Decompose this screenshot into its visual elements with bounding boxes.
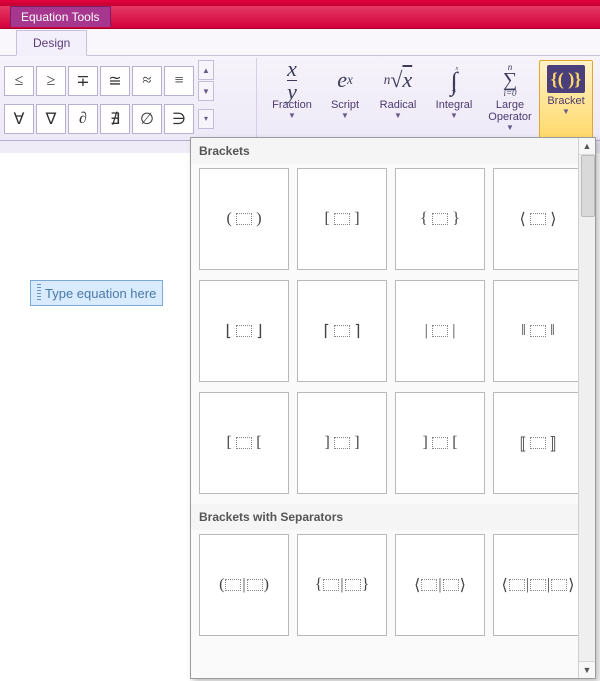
- bracket-dblvbar[interactable]: ‖ ‖: [493, 280, 579, 382]
- chevron-down-icon: ▼: [450, 111, 458, 120]
- bracket-paren[interactable]: ( ): [199, 168, 289, 270]
- bracket-label: Bracket: [547, 93, 584, 107]
- contextual-tab-strip: Equation Tools: [0, 6, 600, 29]
- symbol-cong[interactable]: ≅: [100, 66, 130, 96]
- symbol-approx[interactable]: ≈: [132, 66, 162, 96]
- script-icon: ex: [337, 63, 353, 97]
- symbol-equiv[interactable]: ≡: [164, 66, 194, 96]
- equation-placeholder-text: Type equation here: [45, 286, 156, 301]
- tab-design[interactable]: Design: [16, 30, 87, 56]
- ribbon-body: ≤ ≥ ∓ ≅ ≈ ≡ ▲ ▼ ∀ ∇ ∂ ∄ ∅ ∋ ▾ xy: [0, 56, 600, 141]
- large-operator-icon: n ∑ i=0: [503, 63, 517, 97]
- symbol-emptyset[interactable]: ∅: [132, 104, 162, 134]
- symbol-nabla[interactable]: ∇: [36, 104, 66, 134]
- large-operator-button[interactable]: n ∑ i=0 Large Operator ▼: [483, 60, 537, 140]
- equation-placeholder-box[interactable]: Type equation here: [30, 280, 163, 306]
- bracket-ceil[interactable]: ⌈ ⌉: [297, 280, 387, 382]
- gallery-grid-separators: (|) {|} ⟨|⟩ ⟨||⟩: [191, 530, 579, 646]
- chevron-down-icon: ▼: [506, 123, 514, 132]
- script-label: Script: [331, 97, 359, 111]
- integral-label: Integral: [436, 97, 473, 111]
- symbol-leq[interactable]: ≤: [4, 66, 34, 96]
- integral-button[interactable]: ∫x-x Integral ▼: [427, 60, 481, 140]
- bracket-gallery-dropdown: Brackets ( ) [ ] { } ⟨ ⟩ ⌊ ⌋ ⌈ ⌉ | | ‖ ‖…: [190, 137, 596, 679]
- symbols-scroll-down[interactable]: ▼: [198, 81, 214, 101]
- scroll-up-button[interactable]: ▲: [579, 138, 595, 155]
- symbols-scroll-up[interactable]: ▲: [198, 60, 214, 80]
- structures-group: xy Fraction ▼ ex Script ▼ n√x Radical ▼ …: [257, 58, 597, 140]
- fraction-label: Fraction: [272, 97, 312, 111]
- bracket-curly[interactable]: { }: [395, 168, 485, 270]
- script-button[interactable]: ex Script ▼: [321, 60, 369, 140]
- bracket-angle-sep3[interactable]: ⟨||⟩: [493, 534, 579, 636]
- bracket-square[interactable]: [ ]: [297, 168, 387, 270]
- symbol-geq[interactable]: ≥: [36, 66, 66, 96]
- symbols-row-1: ≤ ≥ ∓ ≅ ≈ ≡ ▲ ▼: [4, 60, 252, 102]
- gallery-scrollbar[interactable]: ▲ ▼: [578, 138, 595, 678]
- bracket-paren-sep[interactable]: (|): [199, 534, 289, 636]
- drag-grip-icon[interactable]: [37, 284, 41, 302]
- radical-icon: n√x: [384, 63, 412, 97]
- integral-icon: ∫x-x: [450, 63, 457, 97]
- symbol-nexists[interactable]: ∄: [100, 104, 130, 134]
- bracket-vbar[interactable]: | |: [395, 280, 485, 382]
- bracket-angle[interactable]: ⟨ ⟩: [493, 168, 579, 270]
- ribbon-tab-row: Design: [0, 29, 600, 56]
- symbol-partial[interactable]: ∂: [68, 104, 98, 134]
- bracket-button[interactable]: {( )} Bracket ▼: [539, 60, 593, 140]
- symbol-ni[interactable]: ∋: [164, 104, 194, 134]
- radical-label: Radical: [380, 97, 417, 111]
- symbol-mp[interactable]: ∓: [68, 66, 98, 96]
- equation-tools-tab[interactable]: Equation Tools: [10, 6, 111, 27]
- chevron-down-icon: ▼: [288, 111, 296, 120]
- bracket-floor[interactable]: ⌊ ⌋: [199, 280, 289, 382]
- symbols-row-2: ∀ ∇ ∂ ∄ ∅ ∋ ▾: [4, 104, 252, 134]
- chevron-down-icon: ▼: [394, 111, 402, 120]
- bracket-close-open[interactable]: ] [: [395, 392, 485, 494]
- scroll-thumb[interactable]: [581, 155, 595, 217]
- chevron-down-icon: ▼: [341, 111, 349, 120]
- fraction-icon: xy: [287, 63, 297, 97]
- symbols-more[interactable]: ▾: [198, 109, 214, 129]
- gallery-section-brackets: Brackets: [191, 138, 579, 164]
- scroll-down-button[interactable]: ▼: [579, 661, 595, 678]
- fraction-button[interactable]: xy Fraction ▼: [265, 60, 319, 140]
- bracket-close-close[interactable]: ] ]: [297, 392, 387, 494]
- chevron-down-icon: ▼: [562, 107, 570, 116]
- gallery-grid-brackets: ( ) [ ] { } ⟨ ⟩ ⌊ ⌋ ⌈ ⌉ | | ‖ ‖ [ [ ] ] …: [191, 164, 579, 504]
- gallery-section-separators: Brackets with Separators: [191, 504, 579, 530]
- large-operator-label: Large Operator: [488, 97, 531, 123]
- symbols-group: ≤ ≥ ∓ ≅ ≈ ≡ ▲ ▼ ∀ ∇ ∂ ∄ ∅ ∋ ▾: [0, 58, 257, 140]
- bracket-curly-sep[interactable]: {|}: [297, 534, 387, 636]
- bracket-open-open[interactable]: [ [: [199, 392, 289, 494]
- bracket-dblsquare[interactable]: 〚 〛: [493, 392, 579, 494]
- bracket-angle-sep[interactable]: ⟨|⟩: [395, 534, 485, 636]
- symbol-forall[interactable]: ∀: [4, 104, 34, 134]
- radical-button[interactable]: n√x Radical ▼: [371, 60, 425, 140]
- bracket-icon: {( )}: [547, 65, 585, 93]
